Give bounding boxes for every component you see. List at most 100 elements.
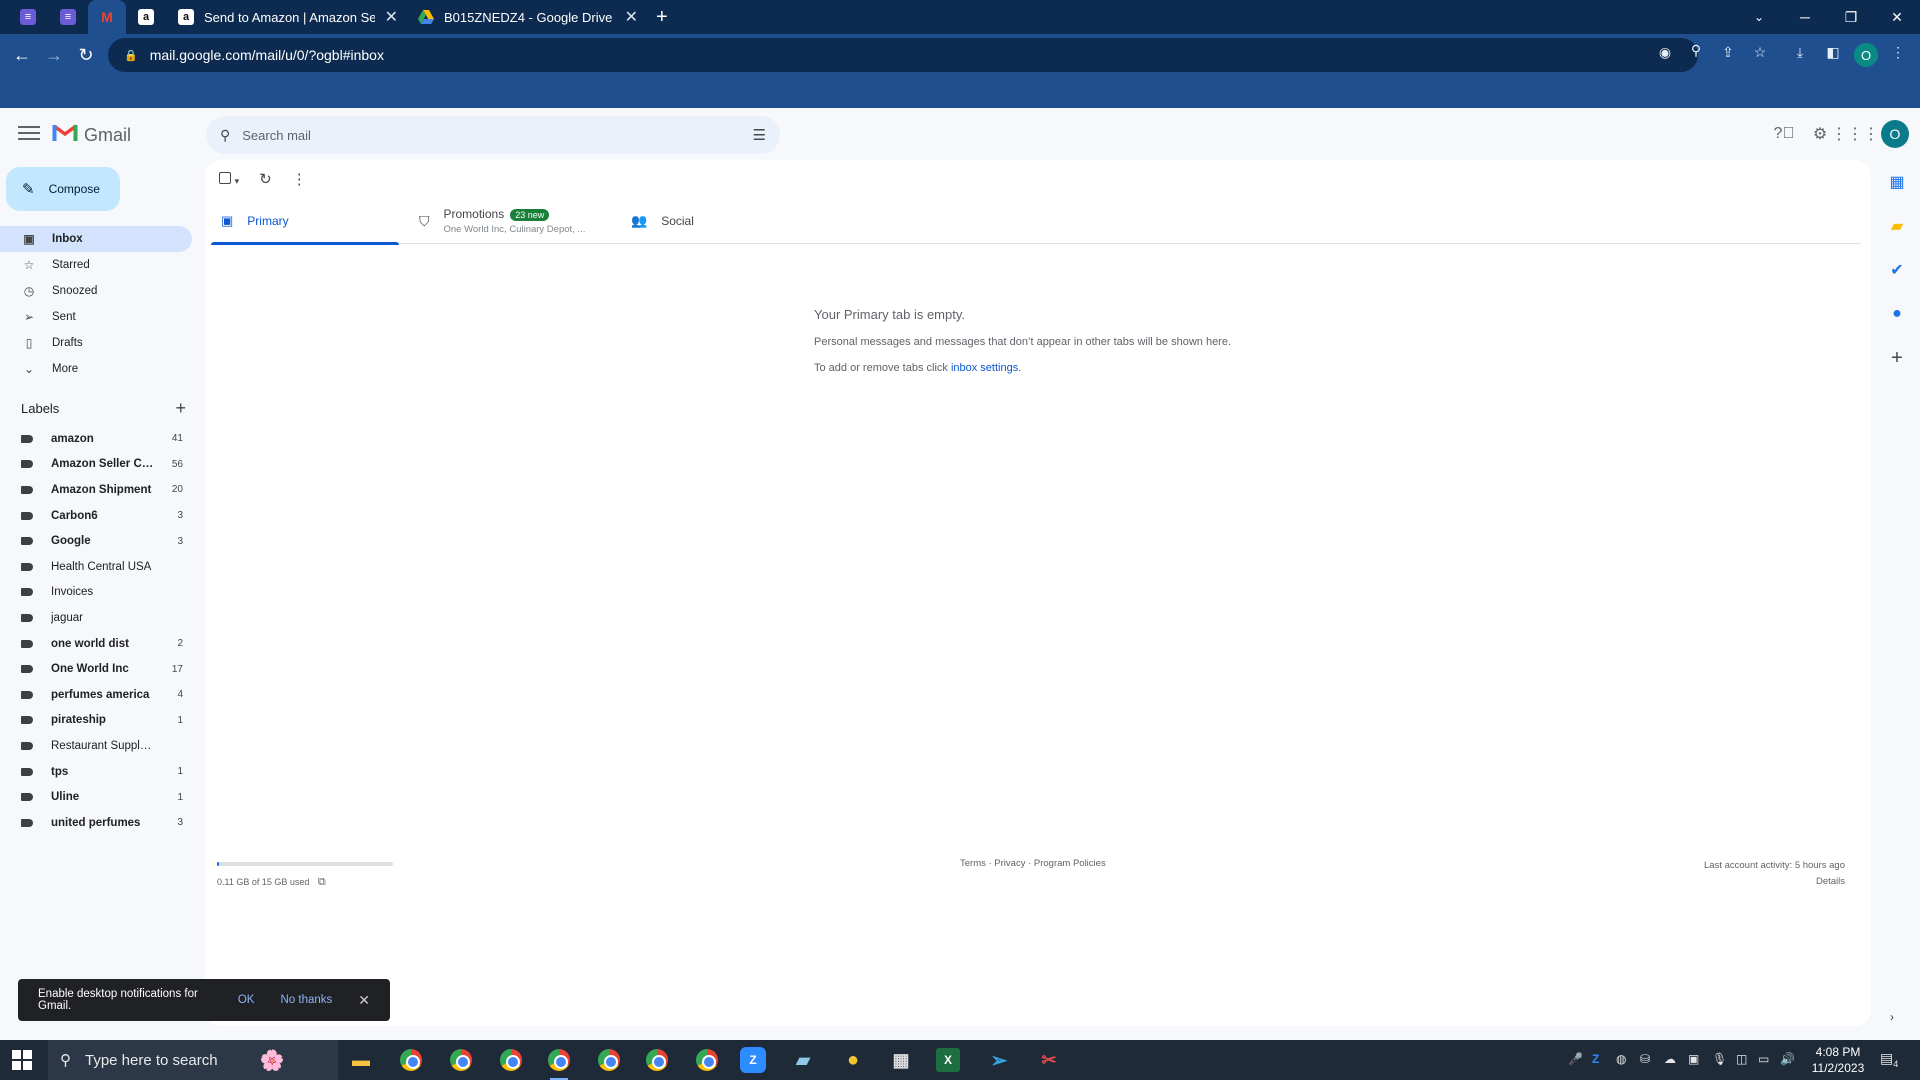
nav-item-starred[interactable]: ☆ Starred xyxy=(0,252,192,278)
chrome-profile-o-icon[interactable] xyxy=(544,1046,574,1080)
no-thanks-button[interactable]: No thanks xyxy=(280,994,332,1006)
tab-purple-app-1[interactable]: ≡ xyxy=(8,0,48,34)
drive-tray-icon[interactable]: ⛁ xyxy=(1640,1052,1650,1066)
refresh-icon[interactable]: ↻ xyxy=(259,170,272,188)
select-all-checkbox[interactable]: ▾ xyxy=(219,171,239,187)
bookmark-star-icon[interactable]: ☆ xyxy=(1750,44,1770,61)
create-label-icon[interactable]: + xyxy=(175,398,186,419)
label-item[interactable]: One World Inc 17 xyxy=(0,656,192,682)
tab-primary[interactable]: ▣ Primary xyxy=(211,198,399,245)
label-item[interactable]: Restaurant Supply D xyxy=(0,733,192,759)
eye-icon[interactable]: ◉ xyxy=(1655,44,1675,61)
label-item[interactable]: tps 1 xyxy=(0,759,192,785)
label-item[interactable]: one world dist 2 xyxy=(0,631,192,657)
label-item[interactable]: Carbon6 3 xyxy=(0,503,192,529)
browser-menu-icon[interactable]: ⋮ xyxy=(1888,44,1908,61)
camera-icon[interactable]: ◫ xyxy=(1736,1052,1747,1066)
network-icon[interactable]: ▭ xyxy=(1758,1052,1769,1066)
calendar-icon[interactable]: ▦ xyxy=(1877,160,1917,204)
close-tab-icon[interactable]: ✕ xyxy=(385,7,398,27)
label-item[interactable]: Google 3 xyxy=(0,528,192,554)
side-panel-icon[interactable]: ◧ xyxy=(1823,44,1843,61)
mic-muted-icon[interactable]: 🎤 xyxy=(1568,1052,1583,1066)
minimize-button[interactable]: ─ xyxy=(1782,0,1828,34)
more-options-icon[interactable]: ⋮ xyxy=(292,170,307,188)
contacts-icon[interactable]: ● xyxy=(1877,292,1917,336)
tab-search-icon[interactable]: ⌄ xyxy=(1736,0,1782,34)
inbox-settings-link[interactable]: inbox settings xyxy=(951,362,1018,374)
back-button[interactable]: ← xyxy=(10,43,34,67)
close-window-button[interactable]: ✕ xyxy=(1874,0,1920,34)
search-icon[interactable]: ⚲ xyxy=(220,127,230,144)
file-explorer-icon[interactable]: ▬ xyxy=(346,1046,376,1074)
settings-gear-icon[interactable]: ⚙ xyxy=(1808,122,1832,146)
search-bar[interactable]: ⚲ ☰ xyxy=(206,116,780,154)
label-item[interactable]: Amazon Shipment 20 xyxy=(0,477,192,503)
tab-purple-app-2[interactable]: ≡ xyxy=(48,0,88,34)
get-addons-icon[interactable]: + xyxy=(1877,336,1917,380)
tab-amazon-pinned[interactable]: a xyxy=(126,0,166,34)
calculator-icon[interactable]: ▦ xyxy=(886,1046,916,1074)
telegram-icon[interactable]: ➢ xyxy=(984,1046,1014,1074)
expand-panel-icon[interactable]: › xyxy=(1890,1010,1894,1024)
keep-icon[interactable]: ▰ xyxy=(1877,204,1917,248)
system-clock[interactable]: 4:08 PM 11/2/2023 xyxy=(1802,1044,1874,1076)
nav-item-sent[interactable]: ➢ Sent xyxy=(0,304,192,330)
taskbar-search[interactable]: ⚲ Type here to search 🌸 xyxy=(48,1040,338,1080)
label-item[interactable]: Invoices xyxy=(0,580,192,606)
label-item[interactable]: Health Central USA xyxy=(0,554,192,580)
zoom-icon[interactable]: ⚲ xyxy=(1686,42,1706,59)
zoom-app-icon[interactable]: Z xyxy=(740,1047,766,1073)
nav-item-inbox[interactable]: ▣ Inbox xyxy=(0,226,192,252)
chrome-profile-r-icon[interactable] xyxy=(594,1046,624,1074)
share-icon[interactable]: ⇪ xyxy=(1718,44,1738,61)
google-apps-icon[interactable]: ⋮⋮⋮ xyxy=(1831,122,1879,146)
chrome-profile-e-icon[interactable] xyxy=(496,1046,526,1074)
chrome-profile-l-icon[interactable] xyxy=(642,1046,672,1074)
main-menu-icon[interactable] xyxy=(18,122,40,144)
label-item[interactable]: jaguar xyxy=(0,605,192,631)
tasks-icon[interactable]: ✔ xyxy=(1877,248,1917,292)
external-link-icon[interactable]: ⧉ xyxy=(318,876,326,888)
help-icon[interactable]: ?⃝ xyxy=(1772,122,1796,146)
ok-button[interactable]: OK xyxy=(238,994,255,1006)
forward-button[interactable]: → xyxy=(42,43,66,67)
sunglasses-face-icon[interactable]: ● xyxy=(838,1046,868,1074)
download-icon[interactable]: ⤓ xyxy=(1790,44,1810,61)
action-center-icon[interactable]: ▤4 xyxy=(1880,1050,1898,1069)
label-item[interactable]: pirateship 1 xyxy=(0,708,192,734)
label-item[interactable]: Uline 1 xyxy=(0,784,192,810)
microphone-icon[interactable]: 🎙 xyxy=(1712,1052,1727,1066)
chrome-profile-d-icon[interactable] xyxy=(446,1046,476,1074)
onedrive-icon[interactable]: ☁ xyxy=(1664,1052,1676,1066)
tab-gmail[interactable]: M xyxy=(88,0,126,34)
nav-item-snoozed[interactable]: ◷ Snoozed xyxy=(0,278,192,304)
tab-google-drive[interactable]: B015ZNEDZ4 - Google Drive ✕ xyxy=(408,0,648,34)
display-icon[interactable]: ▣ xyxy=(1688,1052,1699,1066)
details-link[interactable]: Details xyxy=(1704,874,1845,890)
footer-links[interactable]: Terms · Privacy · Program Policies xyxy=(960,858,1106,869)
chrome-profile-m-icon[interactable] xyxy=(396,1046,426,1074)
label-item[interactable]: perfumes america 4 xyxy=(0,682,192,708)
volume-icon[interactable]: 🔊 xyxy=(1780,1052,1795,1066)
reload-button[interactable]: ↻ xyxy=(74,43,98,67)
excel-icon[interactable]: X xyxy=(936,1048,960,1072)
new-tab-button[interactable]: + xyxy=(656,0,668,34)
close-icon[interactable]: ✕ xyxy=(358,992,370,1009)
gmail-logo[interactable]: Gmail xyxy=(52,122,131,148)
tab-amazon-seller[interactable]: a Send to Amazon | Amazon Seller ✕ xyxy=(168,0,408,34)
chrome-profile-u-icon[interactable] xyxy=(692,1046,722,1074)
label-item[interactable]: amazon 41 xyxy=(0,426,192,452)
tab-social[interactable]: 👥 Social xyxy=(621,198,801,244)
account-avatar[interactable]: O xyxy=(1881,120,1909,148)
restore-button[interactable]: ❐ xyxy=(1828,0,1874,34)
label-item[interactable]: Amazon Seller Ce... 56 xyxy=(0,452,192,478)
label-item[interactable]: united perfumes 3 xyxy=(0,810,192,836)
address-bar[interactable]: 🔒 mail.google.com/mail/u/0/?ogbl#inbox xyxy=(108,38,1698,72)
compose-button[interactable]: ✎ Compose xyxy=(6,167,120,211)
chrome-tray-icon[interactable]: ◍ xyxy=(1616,1052,1626,1066)
zoom-tray-icon[interactable]: Z xyxy=(1592,1052,1599,1066)
nav-item-more[interactable]: ⌄ More xyxy=(0,356,192,382)
windows-start-icon[interactable] xyxy=(12,1050,32,1070)
notes-icon[interactable]: ▰ xyxy=(788,1046,818,1074)
